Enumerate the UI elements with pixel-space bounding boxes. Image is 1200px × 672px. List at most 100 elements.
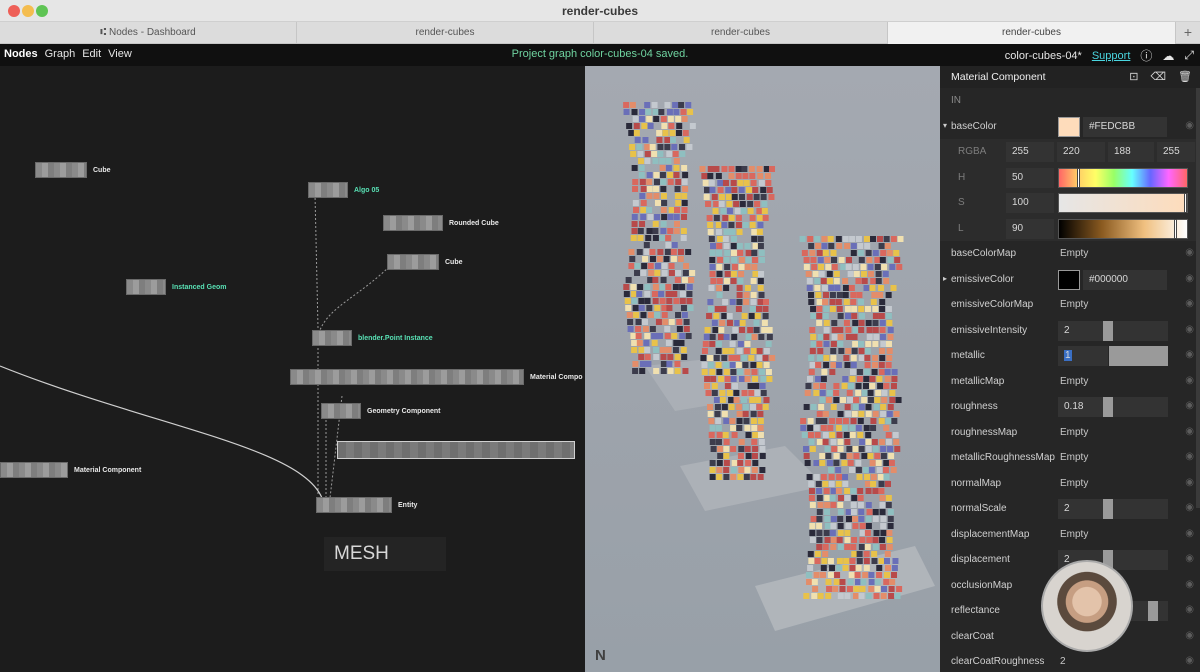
eye-icon[interactable]: ◉	[1185, 579, 1194, 590]
prop-key[interactable]: baseColor	[943, 121, 997, 132]
roughness-slider-input[interactable]: 0.18	[1058, 397, 1168, 417]
emissivecolor-swatch[interactable]	[1058, 269, 1080, 290]
prop-value[interactable]: Empty	[1060, 529, 1088, 540]
prop-value[interactable]: Empty	[1060, 478, 1088, 489]
eye-icon[interactable]: ◉	[1185, 655, 1194, 666]
voxel	[843, 320, 850, 326]
cloud-upload-icon[interactable]: ☁	[1162, 49, 1174, 63]
voxel	[887, 446, 894, 452]
prop-roughnessmap[interactable]: roughnessMap Empty ◉	[940, 420, 1200, 446]
basecolor-hex-input[interactable]: #FEDCBB	[1083, 116, 1167, 137]
lightness-gradient-slider[interactable]	[1058, 218, 1188, 239]
eye-icon[interactable]: ◉	[1185, 273, 1194, 284]
slider-marker[interactable]	[1174, 218, 1177, 239]
metallic-input[interactable]: 1	[1058, 346, 1108, 366]
slider-knob[interactable]	[1103, 397, 1113, 417]
tab-nodes-dashboard[interactable]: ⑆ Nodes - Dashboard	[0, 22, 297, 44]
slider-marker[interactable]	[1184, 193, 1187, 213]
prop-value[interactable]: 2	[1064, 503, 1070, 514]
info-icon[interactable]: ⓘ	[1140, 47, 1152, 64]
prop-emissivecolormap[interactable]: emissiveColorMap Empty ◉	[940, 292, 1200, 318]
prop-value[interactable]: Empty	[1060, 427, 1088, 438]
prop-basecolor[interactable]: baseColor #FEDCBB ◉	[940, 114, 1200, 140]
prop-normalmap[interactable]: normalMap Empty ◉	[940, 471, 1200, 497]
eye-icon[interactable]: ◉	[1185, 426, 1194, 437]
eye-icon[interactable]: ◉	[1185, 298, 1194, 309]
rgba-r-input[interactable]: 255	[1006, 142, 1054, 162]
emissiveintensity-slider-input[interactable]: 2	[1058, 320, 1168, 341]
prop-key[interactable]: emissiveColor	[943, 274, 1014, 285]
slider-marker[interactable]	[1077, 167, 1080, 188]
fullscreen-icon[interactable]: ⤢	[1184, 48, 1194, 63]
graph-node-geometry-component[interactable]: Geometry Component	[321, 403, 441, 419]
slider-knob[interactable]	[1103, 499, 1113, 519]
trash-icon[interactable]: 🗑	[1178, 70, 1192, 83]
prop-value[interactable]: 2	[1064, 325, 1070, 336]
prop-metallic[interactable]: metallic 1 ◉	[940, 343, 1200, 369]
metallic-slider[interactable]	[1109, 346, 1168, 366]
prop-roughness[interactable]: roughness 0.18 ◉	[940, 394, 1200, 420]
emissivecolor-hex-input[interactable]: #000000	[1083, 269, 1167, 290]
saturation-gradient-slider[interactable]	[1058, 193, 1188, 213]
graph-node-material-compo[interactable]: Material Compo	[290, 369, 583, 385]
eye-icon[interactable]: ◉	[1185, 375, 1194, 386]
eye-icon[interactable]: ◉	[1185, 477, 1194, 488]
metallic-value[interactable]: 1	[1064, 350, 1072, 361]
prop-value[interactable]: Empty	[1060, 376, 1088, 387]
prop-normalscale[interactable]: normalScale 2 ◉	[940, 496, 1200, 522]
eye-icon[interactable]: ◉	[1185, 502, 1194, 513]
eye-icon[interactable]: ◉	[1185, 451, 1194, 462]
hue-gradient-slider[interactable]	[1058, 167, 1188, 188]
saturation-input[interactable]: 100	[1006, 193, 1054, 213]
eye-icon[interactable]: ◉	[1185, 324, 1194, 335]
eye-icon[interactable]: ◉	[1185, 604, 1194, 615]
slider-knob[interactable]	[1103, 320, 1113, 341]
graph-node-cube-2[interactable]: Cube	[387, 254, 463, 270]
selected-node-placeholder[interactable]	[337, 441, 575, 459]
graph-node-instanced-geom[interactable]: Instanced Geom	[126, 279, 226, 295]
normalscale-slider-input[interactable]: 2	[1058, 499, 1168, 519]
slider-knob[interactable]	[1148, 601, 1158, 621]
prop-value[interactable]: Empty	[1060, 299, 1088, 310]
hue-input[interactable]: 50	[1006, 167, 1054, 188]
3d-viewport[interactable]: N	[585, 66, 940, 672]
eye-icon[interactable]: ◉	[1185, 528, 1194, 539]
prop-basecolormap[interactable]: baseColorMap Empty ◉	[940, 241, 1200, 267]
inspector-scrollbar[interactable]	[1196, 88, 1200, 508]
prop-metallicmap[interactable]: metallicMap Empty ◉	[940, 369, 1200, 395]
prop-value[interactable]: 0.18	[1064, 401, 1083, 412]
eye-icon[interactable]: ◉	[1185, 630, 1194, 641]
node-graph-editor[interactable]: Cube Algo 05 Rounded Cube Cube Instanced…	[0, 66, 585, 672]
prop-clearcoatroughness[interactable]: clearCoatRoughness 2 ◉	[940, 649, 1200, 672]
prop-emissivecolor[interactable]: emissiveColor #000000 ◉	[940, 267, 1200, 293]
prop-emissiveintensity[interactable]: emissiveIntensity 2 ◉	[940, 318, 1200, 344]
prop-displacementmap[interactable]: displacementMap Empty ◉	[940, 522, 1200, 548]
eye-icon[interactable]: ◉	[1185, 349, 1194, 360]
support-link[interactable]: Support	[1092, 50, 1131, 62]
eye-icon[interactable]: ◉	[1185, 400, 1194, 411]
prop-metallicroughnessmap[interactable]: metallicRoughnessMap Empty ◉	[940, 445, 1200, 471]
rgba-g-input[interactable]: 220	[1057, 142, 1105, 162]
prop-value[interactable]: Empty	[1060, 248, 1088, 259]
code-view-icon[interactable]: ⊡	[1129, 70, 1138, 83]
eye-icon[interactable]: ◉	[1185, 120, 1194, 131]
prop-value[interactable]: 2	[1060, 656, 1066, 667]
tab-render-cubes-2[interactable]: render-cubes	[594, 22, 888, 44]
eye-icon[interactable]: ◉	[1185, 553, 1194, 564]
graph-node-entity[interactable]: Entity	[316, 497, 417, 513]
graph-node-algo-05[interactable]: Algo 05	[308, 182, 379, 198]
rgba-a-input[interactable]: 255	[1157, 142, 1195, 162]
basecolor-swatch[interactable]	[1058, 116, 1080, 137]
rgba-b-input[interactable]: 188	[1108, 142, 1154, 162]
new-tab-button[interactable]: +	[1176, 22, 1200, 43]
eye-icon[interactable]: ◉	[1185, 247, 1194, 258]
graph-node-rounded-cube[interactable]: Rounded Cube	[383, 215, 499, 231]
eraser-icon[interactable]: ⌫	[1150, 70, 1166, 83]
tab-render-cubes-3[interactable]: render-cubes	[888, 22, 1176, 44]
graph-node-point-instance[interactable]: blender.Point Instance	[312, 330, 433, 346]
tab-render-cubes-1[interactable]: render-cubes	[297, 22, 594, 44]
prop-value[interactable]: Empty	[1060, 452, 1088, 463]
graph-node-cube-1[interactable]: Cube	[35, 162, 111, 178]
lightness-input[interactable]: 90	[1006, 218, 1054, 239]
graph-node-material-component[interactable]: Material Component	[0, 462, 141, 478]
